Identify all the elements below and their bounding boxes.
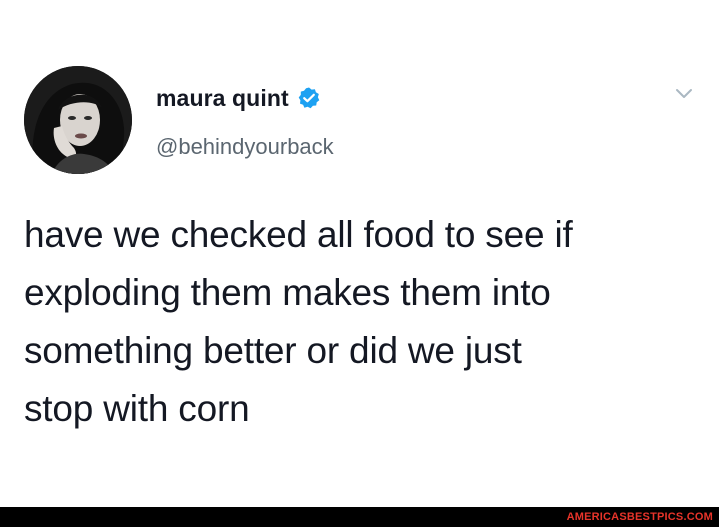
tweet-text-line: have we checked all food to see if [24,214,573,255]
avatar-photo [24,66,132,174]
display-name[interactable]: maura quint [156,85,289,112]
user-handle[interactable]: @behindyourback [156,134,334,160]
avatar[interactable] [24,66,132,174]
watermark-text: AMERICASBESTPICS.COM [566,511,713,523]
tweet-text-line: something better or did we just [24,330,522,371]
tweet-text-line: exploding them makes them into [24,272,551,313]
watermark-bar: AMERICASBESTPICS.COM [0,507,719,527]
tweet-card: maura quint @behindyourback have we chec… [0,0,719,507]
verified-badge-icon [297,86,321,110]
chevron-down-icon[interactable] [672,84,696,104]
tweet-text-line: stop with corn [24,388,250,429]
tweet-text: have we checked all food to see if explo… [24,206,704,438]
display-name-row: maura quint [156,82,321,114]
